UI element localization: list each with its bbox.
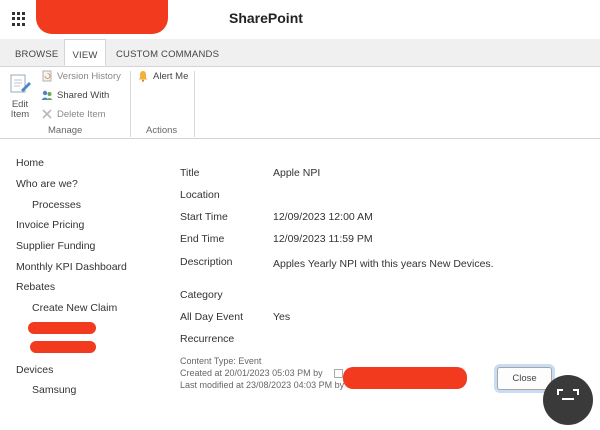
group-label-actions: Actions (146, 125, 178, 136)
redacted-area (30, 341, 96, 353)
field-label-start-time: Start Time (180, 211, 228, 223)
user-presence-icon (334, 369, 343, 378)
nav-item-monthly-kpi-dashboard[interactable]: Monthly KPI Dashboard (16, 261, 127, 273)
content-type-text: Content Type: Event (180, 356, 262, 366)
scan-icon (557, 389, 579, 400)
field-label-title: Title (180, 167, 200, 179)
app-title[interactable]: SharePoint (229, 10, 303, 26)
nav-item-samsung[interactable]: Samsung (32, 384, 76, 396)
ribbon-tabs: BROWSE VIEW CUSTOM COMMANDS (0, 39, 600, 67)
app-launcher-icon[interactable] (12, 12, 26, 26)
field-label-location: Location (180, 189, 220, 201)
modified-text: Last modified at 23/08/2023 04:03 PM by (180, 380, 345, 390)
created-text: Created at 20/01/2023 05:03 PM by (180, 368, 323, 378)
nav-item-create-new-claim[interactable]: Create New Claim (32, 302, 117, 314)
nav-item-processes[interactable]: Processes (32, 199, 81, 211)
tab-custom-commands[interactable]: CUSTOM COMMANDS (116, 39, 219, 66)
ribbon: Edit Item Version History Shared With De… (0, 67, 600, 139)
edit-item-button[interactable]: Edit Item (6, 73, 34, 120)
shared-with-icon (41, 90, 53, 100)
nav-item-home[interactable]: Home (16, 157, 44, 169)
field-value-all-day-event: Yes (273, 311, 291, 323)
nav-item-invoice-pricing[interactable]: Invoice Pricing (16, 219, 84, 231)
redacted-area (343, 367, 467, 389)
version-history-button[interactable]: Version History (41, 70, 121, 82)
redacted-area (36, 0, 168, 34)
field-label-category: Category (180, 289, 223, 301)
edit-item-icon (10, 74, 31, 93)
tab-view[interactable]: VIEW (64, 39, 106, 66)
field-value-title: Apple NPI (273, 167, 321, 179)
version-history-label: Version History (57, 70, 121, 82)
tab-browse[interactable]: BROWSE (15, 39, 58, 66)
suite-bar: SharePoint (0, 0, 600, 39)
delete-icon (42, 109, 52, 119)
nav-item-supplier-funding[interactable]: Supplier Funding (16, 240, 95, 252)
field-value-start-time: 12/09/2023 12:00 AM (273, 211, 373, 223)
field-value-end-time: 12/09/2023 11:59 PM (273, 233, 373, 245)
version-history-icon (42, 70, 52, 82)
redacted-area (28, 322, 96, 334)
nav-item-devices[interactable]: Devices (16, 364, 53, 376)
ribbon-divider (194, 71, 195, 137)
field-label-end-time: End Time (180, 233, 225, 245)
delete-item-button[interactable]: Delete Item (41, 108, 106, 120)
bell-icon (138, 71, 148, 82)
field-value-description: Apples Yearly NPI with this years New De… (273, 258, 494, 270)
field-label-all-day-event: All Day Event (180, 311, 244, 323)
delete-item-label: Delete Item (57, 108, 106, 120)
nav-item-rebates[interactable]: Rebates (16, 281, 55, 293)
floating-action-button[interactable] (543, 375, 593, 425)
shared-with-button[interactable]: Shared With (41, 89, 109, 101)
group-label-manage: Manage (48, 125, 83, 136)
ribbon-divider (130, 71, 131, 137)
field-label-recurrence: Recurrence (180, 333, 235, 345)
nav-item-who-are-we[interactable]: Who are we? (16, 178, 78, 190)
alert-me-label: Alert Me (153, 70, 189, 82)
shared-with-label: Shared With (57, 89, 110, 101)
alert-me-button[interactable]: Alert Me (137, 70, 188, 82)
edit-item-label-2: Item (10, 109, 30, 120)
field-label-description: Description (180, 256, 233, 268)
